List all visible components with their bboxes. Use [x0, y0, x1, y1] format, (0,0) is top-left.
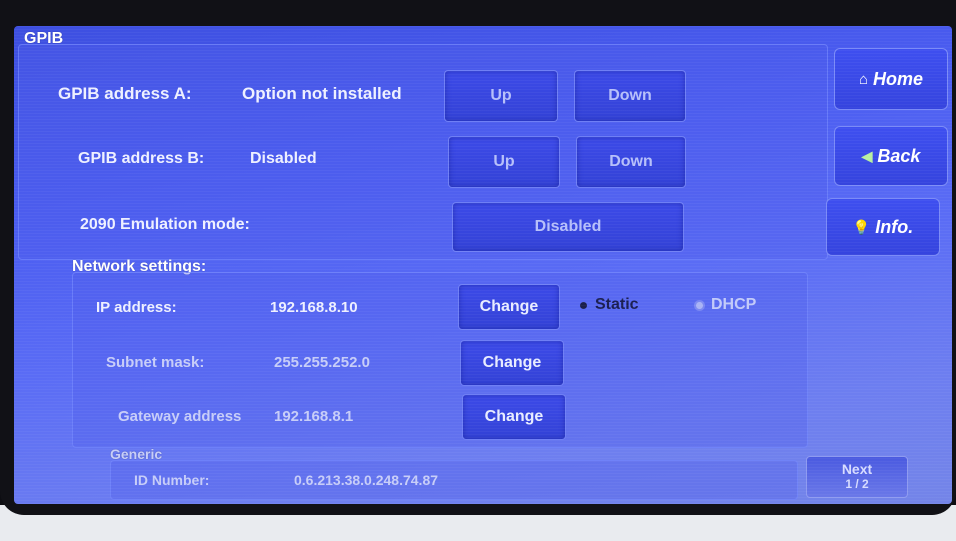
page-indicator: 1 / 2 [845, 477, 869, 491]
gateway-change-button[interactable]: Change [462, 394, 566, 440]
ip-change-button[interactable]: Change [458, 284, 560, 330]
dhcp-radio[interactable]: DHCP [696, 296, 756, 314]
next-page-button[interactable]: Next 1 / 2 [806, 456, 908, 498]
gpib-address-b-label: GPIB address B: [78, 150, 205, 167]
gpib-address-a-label: GPIB address A: [58, 84, 192, 103]
gpib-address-b-value: Disabled [250, 150, 317, 167]
info-button[interactable]: 💡 Info. [826, 198, 940, 256]
gpib-address-a-value: Option not installed [242, 84, 402, 103]
ip-address-value: 192.168.8.10 [270, 299, 358, 316]
id-number-value: 0.6.213.38.0.248.74.87 [294, 472, 439, 488]
dhcp-radio-label: DHCP [711, 296, 757, 313]
back-button[interactable]: ◀ Back [834, 126, 948, 186]
subnet-mask-label: Subnet mask: [106, 354, 205, 371]
subnet-change-button[interactable]: Change [460, 340, 564, 386]
gpib-b-down-button[interactable]: Down [576, 136, 686, 188]
home-button[interactable]: ⌂ Home [834, 48, 948, 110]
generic-panel [110, 460, 798, 500]
gpib-a-down-button[interactable]: Down [574, 70, 686, 122]
gateway-address-label: Gateway address [118, 408, 242, 425]
home-button-label: Home [873, 68, 924, 89]
ip-address-label: IP address: [96, 299, 177, 316]
gateway-address-value: 192.168.8.1 [274, 408, 354, 425]
gpib-a-up-button[interactable]: Up [444, 70, 558, 122]
emulation-mode-button[interactable]: Disabled [452, 202, 684, 252]
emulation-mode-label: 2090 Emulation mode: [80, 216, 250, 233]
static-radio-label: Static [595, 296, 639, 313]
dhcp-radio-dot [696, 301, 703, 309]
gpib-b-up-button[interactable]: Up [448, 136, 560, 188]
info-button-label: Info. [875, 216, 914, 237]
static-radio-dot [580, 301, 587, 309]
id-number-label: ID Number: [134, 472, 210, 488]
touch-screen: GPIB GPIB address A: Option not installe… [14, 26, 952, 504]
info-icon: 💡 [852, 218, 871, 235]
static-radio[interactable]: Static [580, 296, 639, 314]
home-icon: ⌂ [858, 70, 869, 88]
next-page-label: Next [841, 461, 873, 477]
subnet-mask-value: 255.255.252.0 [274, 354, 370, 371]
back-arrow-icon: ◀ [861, 147, 873, 164]
back-button-label: Back [877, 145, 921, 166]
